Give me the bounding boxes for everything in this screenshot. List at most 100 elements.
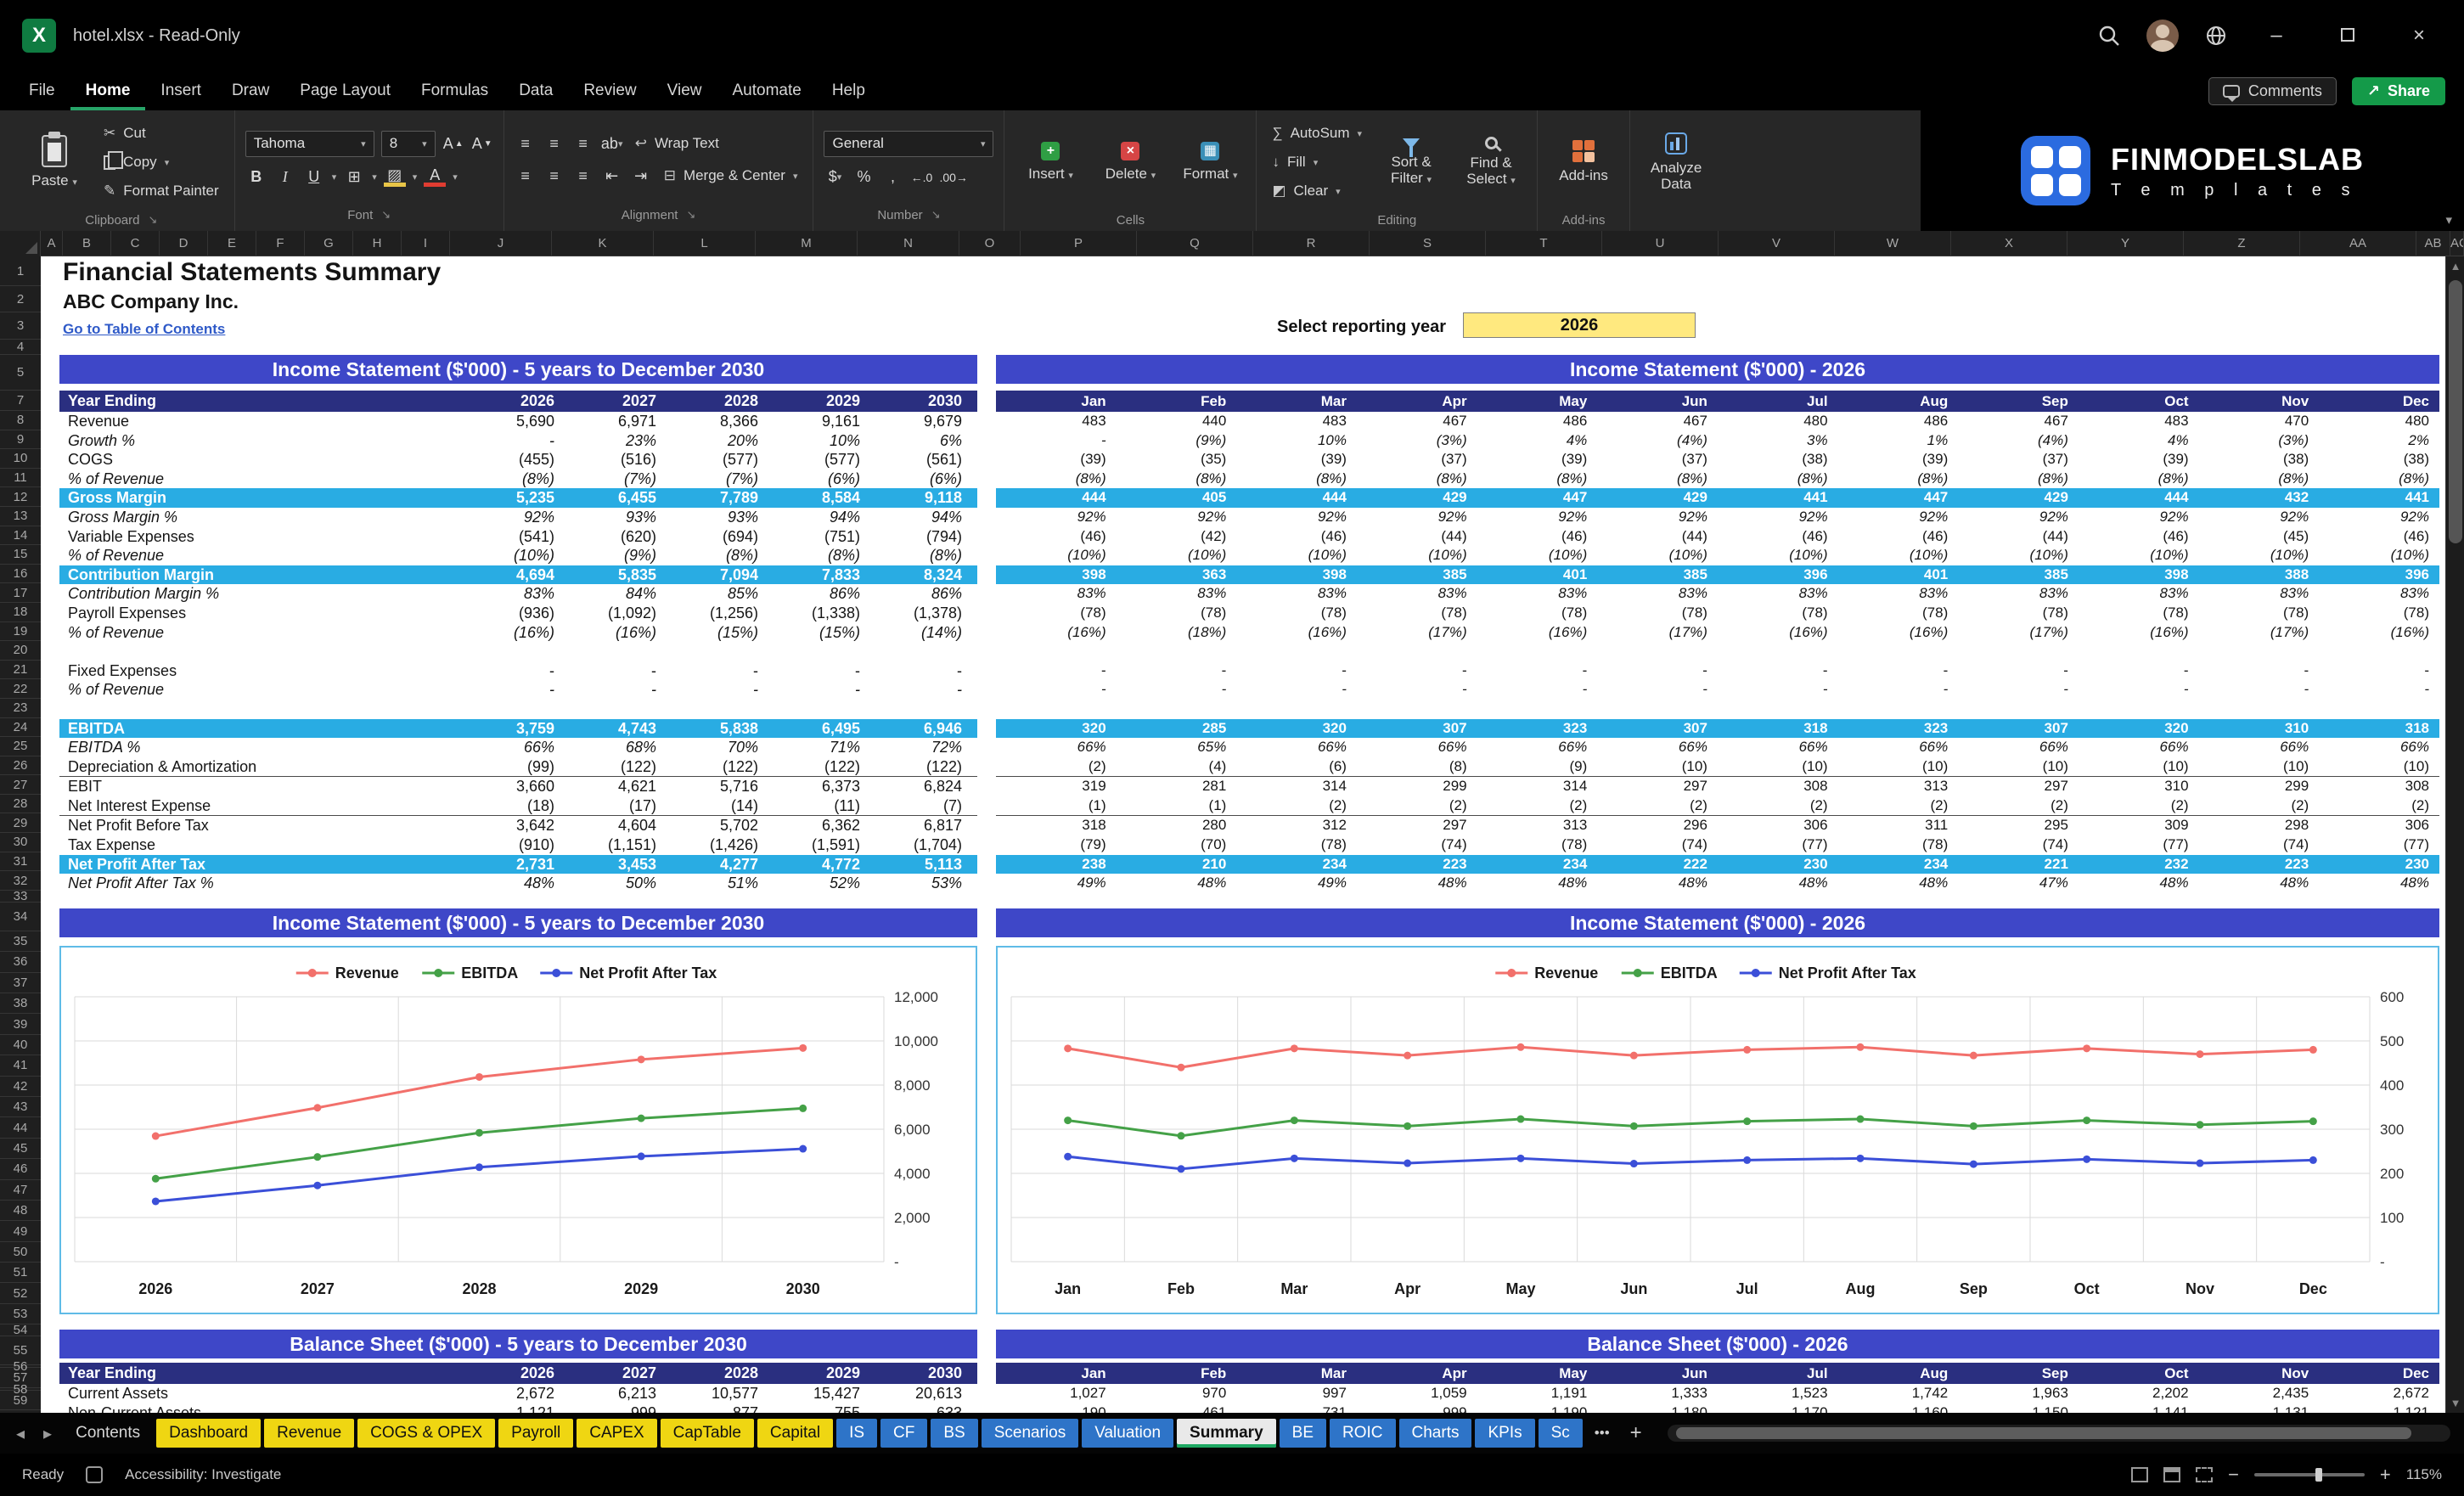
data-cell[interactable]: 1,191 xyxy=(1477,1384,1598,1403)
period-header-cell[interactable]: Oct xyxy=(2078,1363,2199,1384)
data-cell[interactable]: - xyxy=(468,680,570,700)
data-cell[interactable]: 66% xyxy=(2319,738,2439,757)
data-cell[interactable]: (46) xyxy=(996,527,1117,547)
data-cell[interactable]: (8%) xyxy=(672,546,774,565)
column-header-H[interactable]: H xyxy=(353,231,402,256)
data-cell[interactable]: (9) xyxy=(1477,757,1598,777)
data-cell[interactable]: (2) xyxy=(1958,796,2079,816)
data-cell[interactable]: 444 xyxy=(2078,488,2199,508)
data-cell[interactable]: 314 xyxy=(1236,776,1357,796)
data-cell[interactable]: 94% xyxy=(774,508,875,527)
row-header-13[interactable]: 13 xyxy=(0,507,41,526)
insert-cells-button[interactable]: + Insert ▾ xyxy=(1015,118,1086,206)
data-cell[interactable]: (37) xyxy=(1357,450,1477,470)
data-cell[interactable]: (8%) xyxy=(1117,470,1237,489)
dialog-launcher-icon[interactable]: ↘ xyxy=(686,208,695,222)
data-cell[interactable]: 230 xyxy=(1717,854,1838,875)
data-cell[interactable]: - xyxy=(996,680,1117,700)
row-header-9[interactable]: 9 xyxy=(0,430,41,450)
data-cell[interactable]: (16%) xyxy=(1236,623,1357,643)
row-header-18[interactable]: 18 xyxy=(0,603,41,622)
data-cell[interactable]: 5,835 xyxy=(570,565,672,585)
column-header-F[interactable]: F xyxy=(256,231,305,256)
data-cell[interactable]: (17%) xyxy=(2199,623,2320,643)
data-cell[interactable]: 210 xyxy=(1116,854,1237,875)
data-cell[interactable]: (18%) xyxy=(1117,623,1237,643)
row-header-12[interactable]: 12 xyxy=(0,487,41,507)
data-cell[interactable]: (10) xyxy=(1838,757,1959,777)
period-header-cell[interactable]: Aug xyxy=(1837,1363,1959,1384)
data-cell[interactable]: (8) xyxy=(1357,757,1477,777)
row-header-45[interactable]: 45 xyxy=(0,1139,41,1160)
zoom-level[interactable]: 115% xyxy=(2406,1466,2442,1483)
paste-button[interactable]: Paste ▾ xyxy=(19,118,90,206)
period-header-cell[interactable]: 2026 xyxy=(468,1363,570,1384)
data-cell[interactable]: 10% xyxy=(774,431,875,451)
data-cell[interactable]: (577) xyxy=(774,450,875,470)
row-header-3[interactable]: 3 xyxy=(0,312,41,340)
data-cell[interactable]: (39) xyxy=(2079,450,2199,470)
period-header-cell[interactable]: Jun xyxy=(1597,391,1718,412)
menu-help[interactable]: Help xyxy=(817,71,880,110)
data-cell[interactable]: (8%) xyxy=(468,470,570,489)
data-cell[interactable]: (78) xyxy=(1718,604,1838,623)
align-middle-icon[interactable]: ≡ xyxy=(543,132,565,155)
data-cell[interactable]: 83% xyxy=(996,584,1117,604)
clear-button[interactable]: ◩ Clear ▾ xyxy=(1267,180,1367,203)
row-header-5[interactable]: 5 xyxy=(0,355,41,391)
data-cell[interactable] xyxy=(2319,642,2439,661)
data-cell[interactable]: 1,121 xyxy=(2319,1403,2439,1413)
data-cell[interactable]: 480 xyxy=(2319,412,2439,431)
data-cell[interactable]: 441 xyxy=(1717,488,1838,508)
data-cell[interactable]: 9,118 xyxy=(875,488,977,508)
data-cell[interactable] xyxy=(672,642,774,661)
data-cell[interactable]: 1,121 xyxy=(468,1403,570,1413)
data-cell[interactable]: 310 xyxy=(2198,718,2320,739)
column-header-G[interactable]: G xyxy=(305,231,353,256)
row-label-cell[interactable]: Net Profit Before Tax xyxy=(59,815,468,836)
sheet-tab-revenue[interactable]: Revenue xyxy=(264,1419,355,1448)
data-cell[interactable]: 5,235 xyxy=(468,488,570,508)
menu-view[interactable]: View xyxy=(652,71,717,110)
sheet-tab-valuation[interactable]: Valuation xyxy=(1082,1419,1174,1448)
data-cell[interactable]: - xyxy=(2079,661,2199,681)
row-header-1[interactable]: 1 xyxy=(0,256,41,286)
data-cell[interactable]: 83% xyxy=(1477,584,1598,604)
data-cell[interactable]: 385 xyxy=(1356,565,1477,585)
menu-insert[interactable]: Insert xyxy=(145,71,217,110)
column-header-I[interactable]: I xyxy=(402,231,450,256)
data-cell[interactable]: 398 xyxy=(2078,565,2199,585)
data-cell[interactable]: (541) xyxy=(468,527,570,547)
data-cell[interactable] xyxy=(1597,700,1718,719)
data-cell[interactable]: - xyxy=(1838,661,1959,681)
data-cell[interactable]: 83% xyxy=(2319,584,2439,604)
data-cell[interactable]: 68% xyxy=(570,738,672,757)
row-header-33[interactable]: 33 xyxy=(0,889,41,903)
column-header-X[interactable]: X xyxy=(1951,231,2067,256)
row-header-54[interactable]: 54 xyxy=(0,1323,41,1337)
row-label-cell[interactable]: COGS xyxy=(59,450,468,470)
data-cell[interactable]: (37) xyxy=(1958,450,2079,470)
row-header-11[interactable]: 11 xyxy=(0,469,41,488)
scroll-down-icon[interactable]: ▼ xyxy=(2446,1397,2464,1409)
data-cell[interactable]: 429 xyxy=(1356,488,1477,508)
data-cell[interactable] xyxy=(1236,642,1357,661)
data-cell[interactable] xyxy=(1357,642,1477,661)
data-cell[interactable]: 72% xyxy=(875,738,977,757)
period-header-cell[interactable]: Apr xyxy=(1356,391,1477,412)
data-cell[interactable]: (7%) xyxy=(672,470,774,489)
data-cell[interactable]: 6,946 xyxy=(875,718,977,739)
data-cell[interactable]: 299 xyxy=(1356,776,1477,796)
data-cell[interactable]: 312 xyxy=(1236,815,1357,836)
data-cell[interactable]: 8,366 xyxy=(672,412,774,431)
column-header-T[interactable]: T xyxy=(1486,231,1602,256)
data-cell[interactable]: 51% xyxy=(672,874,774,893)
column-header-Y[interactable]: Y xyxy=(2067,231,2184,256)
data-cell[interactable]: 15,427 xyxy=(774,1384,875,1403)
data-cell[interactable]: 92% xyxy=(1958,508,2079,527)
row-header-49[interactable]: 49 xyxy=(0,1221,41,1242)
period-header-cell[interactable]: Nov xyxy=(2198,1363,2320,1384)
addins-button[interactable]: Add-ins xyxy=(1548,118,1619,206)
data-cell[interactable]: (8%) xyxy=(1597,470,1718,489)
cut-button[interactable]: ✂ Cut xyxy=(98,122,224,145)
